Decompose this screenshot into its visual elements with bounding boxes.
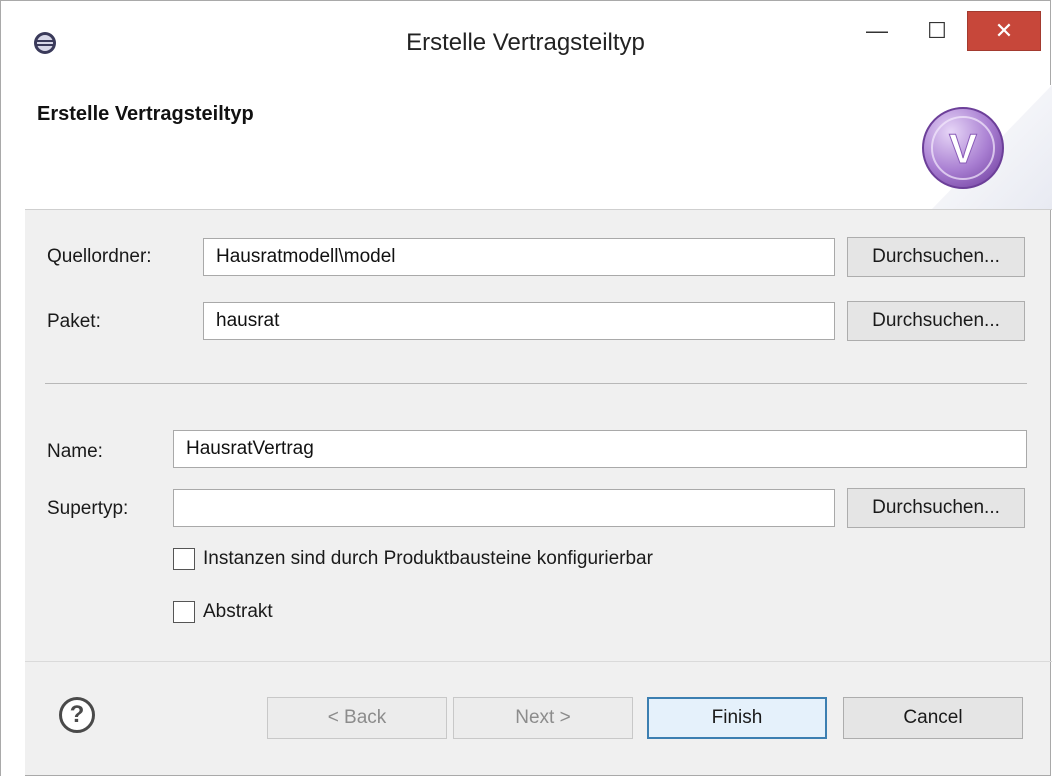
source-folder-label: Quellordner: [47, 246, 152, 267]
logo-letter: V [949, 125, 977, 172]
minimize-button[interactable]: — [849, 11, 905, 51]
policy-type-logo-icon: V [922, 107, 1004, 189]
title-bar: Erstelle Vertragsteiltyp — ☐ ✕ [1, 1, 1050, 86]
configurable-checkbox-row[interactable]: Instanzen sind durch Produktbausteine ko… [173, 545, 653, 573]
wizard-title: Erstelle Vertragsteiltyp [37, 103, 254, 125]
wizard-header: Erstelle Vertragsteiltyp V [25, 85, 1052, 210]
source-folder-browse-button[interactable]: Durchsuchen... [847, 237, 1025, 277]
abstract-checkbox-row[interactable]: Abstrakt [173, 598, 273, 626]
help-icon[interactable]: ? [59, 697, 95, 733]
back-button[interactable]: < Back [267, 697, 447, 739]
next-button[interactable]: Next > [453, 697, 633, 739]
package-browse-button[interactable]: Durchsuchen... [847, 301, 1025, 341]
maximize-button[interactable]: ☐ [909, 11, 965, 51]
abstract-checkbox-label: Abstrakt [203, 601, 273, 622]
supertype-label: Supertyp: [47, 498, 129, 519]
package-label: Paket: [47, 311, 101, 332]
dialog-window: Erstelle Vertragsteiltyp — ☐ ✕ Erstelle … [0, 0, 1052, 777]
supertype-input[interactable] [173, 489, 835, 527]
configurable-checkbox[interactable] [173, 548, 195, 570]
name-label: Name: [47, 441, 103, 462]
source-folder-input[interactable]: Hausratmodell\model [203, 238, 835, 276]
minimize-icon: — [866, 18, 888, 43]
left-border [1, 85, 25, 777]
package-input[interactable]: hausrat [203, 302, 835, 340]
name-input[interactable]: HausratVertrag [173, 430, 1027, 468]
cancel-button[interactable]: Cancel [843, 697, 1023, 739]
close-icon: ✕ [994, 18, 1014, 43]
configurable-checkbox-label: Instanzen sind durch Produktbausteine ko… [203, 548, 653, 569]
abstract-checkbox[interactable] [173, 601, 195, 623]
finish-button[interactable]: Finish [647, 697, 827, 739]
button-bar-separator [25, 661, 1052, 662]
maximize-icon: ☐ [927, 18, 947, 43]
close-button[interactable]: ✕ [967, 11, 1041, 51]
supertype-browse-button[interactable]: Durchsuchen... [847, 488, 1025, 528]
form-separator [45, 383, 1027, 384]
